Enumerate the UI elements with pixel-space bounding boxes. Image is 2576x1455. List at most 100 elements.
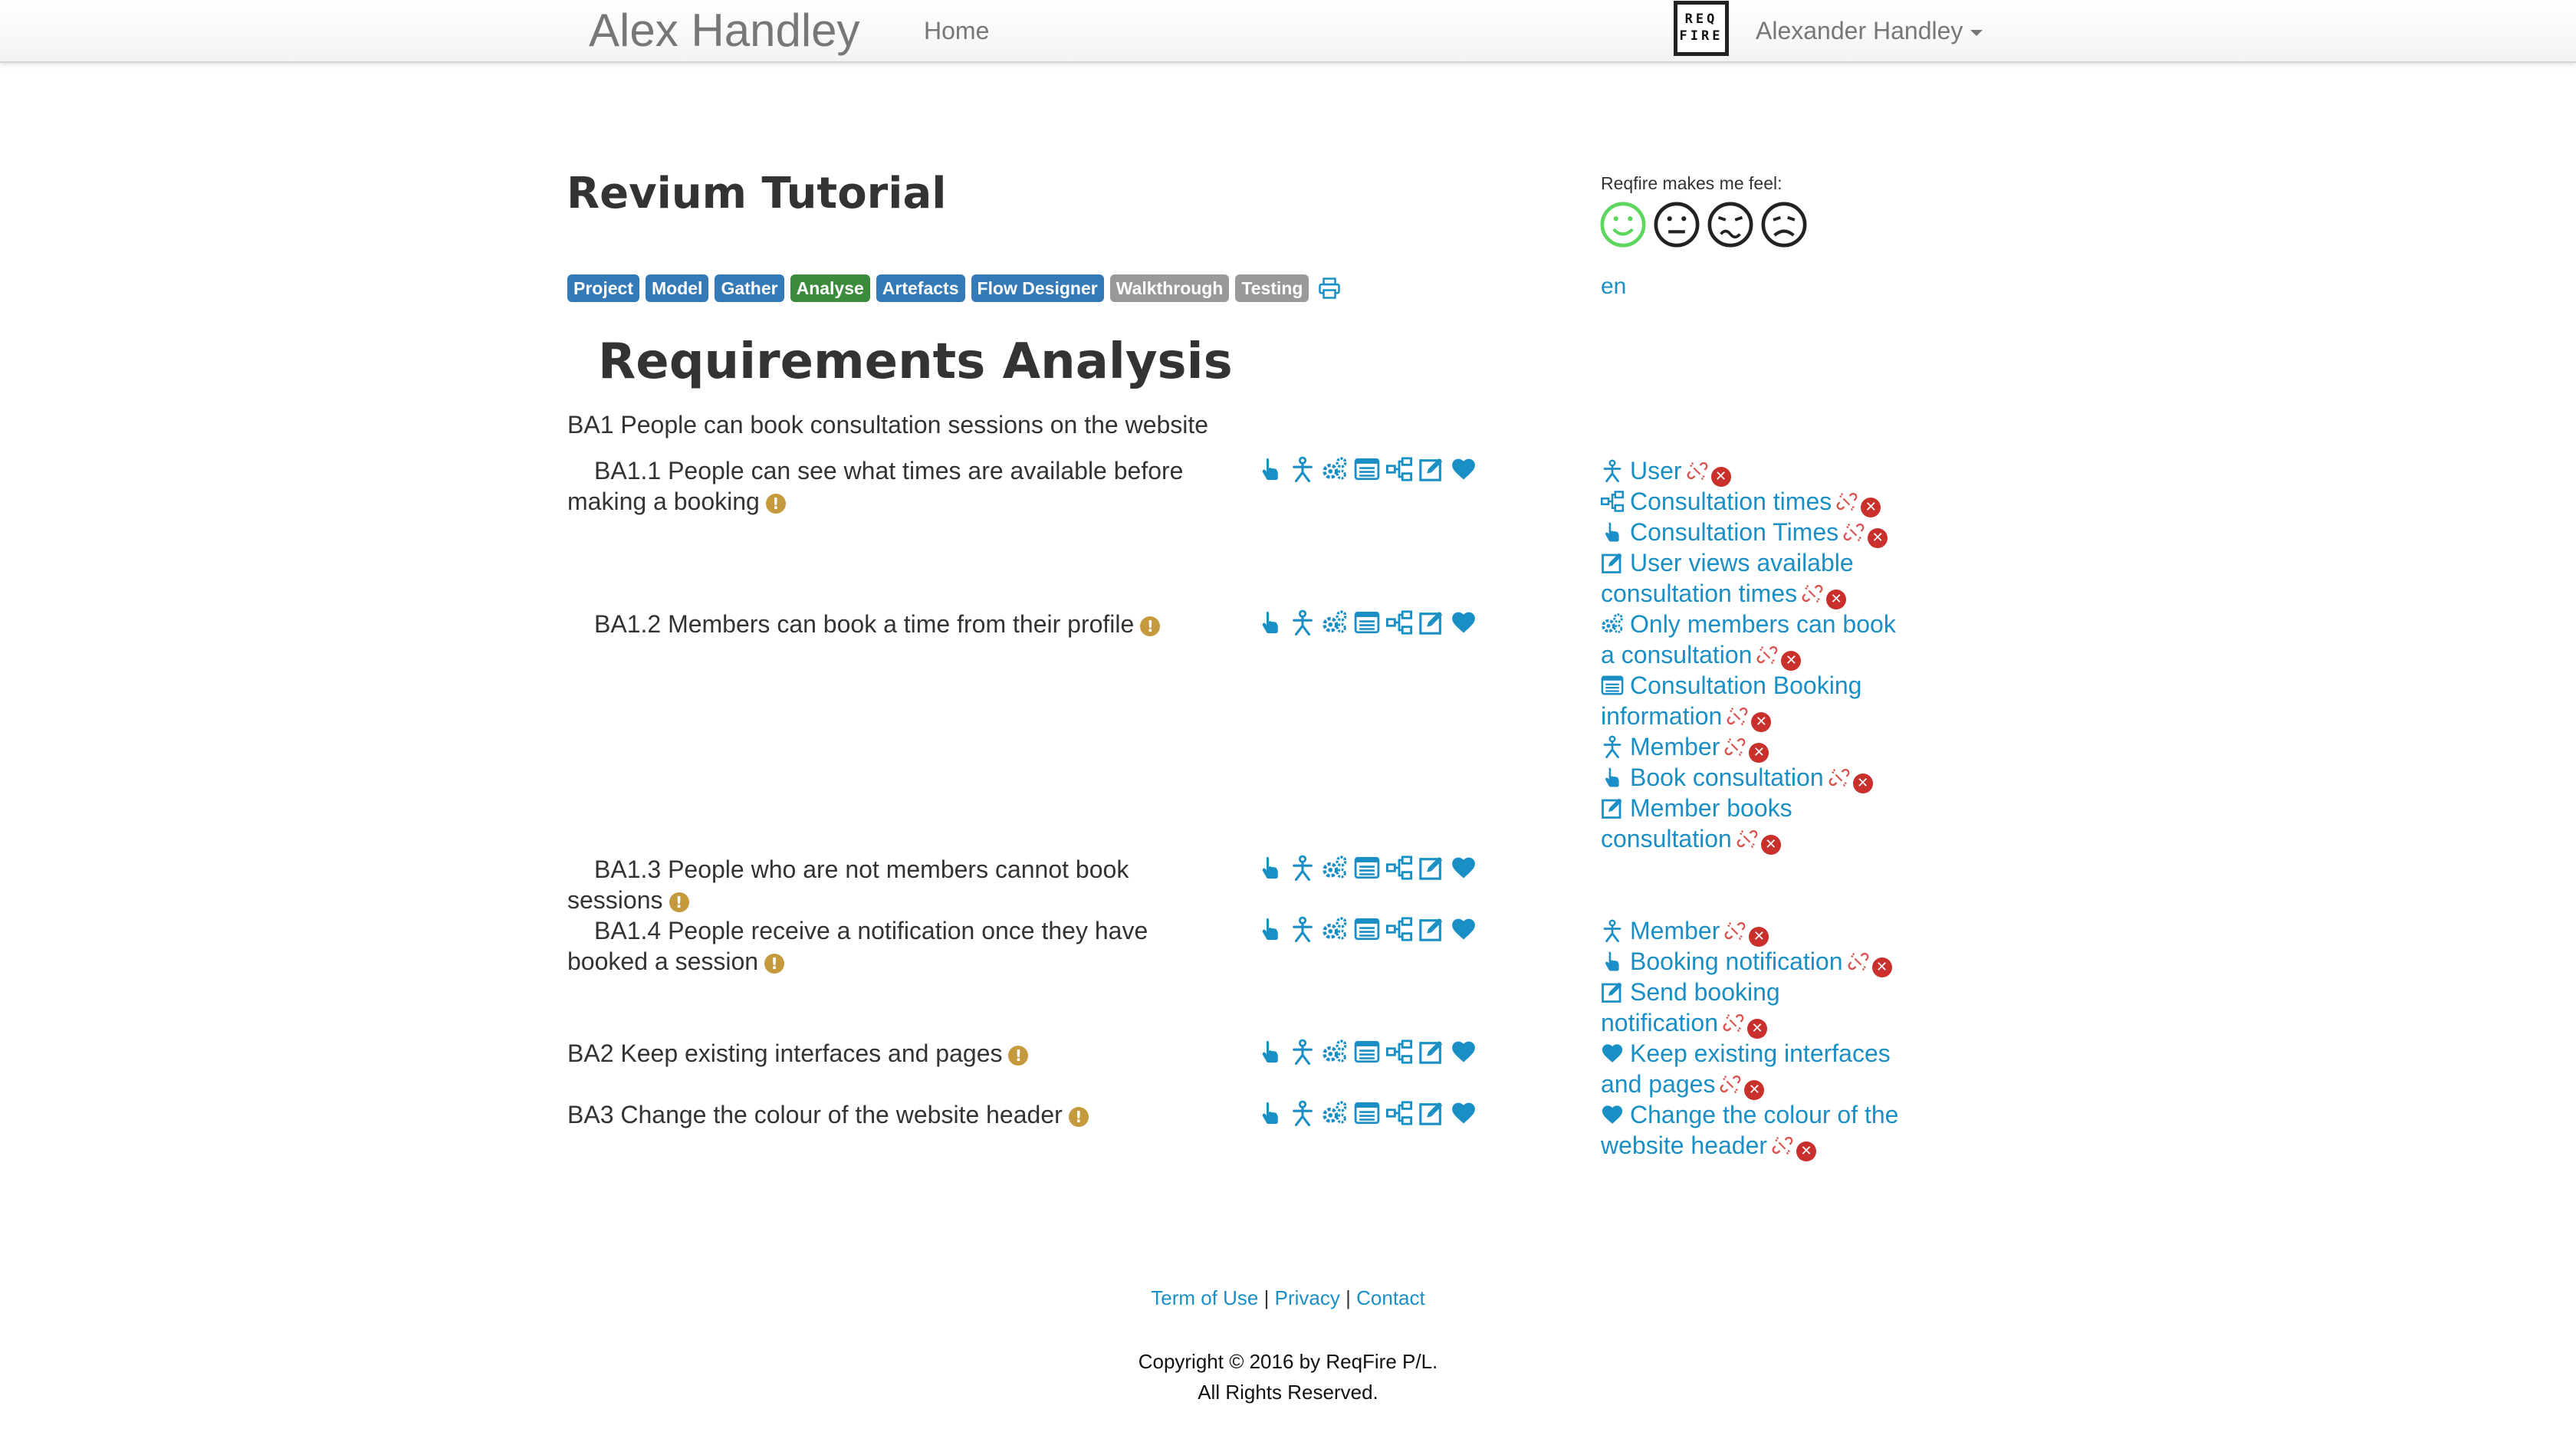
data-icon[interactable]	[1354, 609, 1380, 636]
artefact-label[interactable]: Send booking	[1630, 978, 1780, 1006]
linked-artefact[interactable]: Member books consultation ✕	[1601, 793, 1938, 855]
heart-icon[interactable]	[1451, 1100, 1477, 1126]
remove-icon[interactable]: ✕	[1868, 528, 1888, 548]
worried-face-icon[interactable]	[1707, 201, 1754, 248]
artefact-label[interactable]: Booking notification	[1630, 948, 1843, 975]
sad-face-icon[interactable]	[1760, 201, 1808, 248]
language-link[interactable]: en	[1601, 273, 1626, 301]
artefact-label[interactable]: Consultation Times	[1630, 518, 1838, 546]
use-case-icon[interactable]	[1257, 456, 1283, 482]
linked-artefact[interactable]: Keep existing interfaces and pages ✕	[1601, 1038, 1938, 1100]
unlink-icon[interactable]	[1723, 1012, 1744, 1033]
linked-artefact[interactable]: Booking notification ✕	[1601, 946, 1938, 977]
unlink-icon[interactable]	[1802, 583, 1823, 604]
remove-icon[interactable]: ✕	[1760, 835, 1781, 855]
contact-link[interactable]: Contact	[1356, 1286, 1425, 1309]
rules-icon[interactable]	[1322, 609, 1348, 636]
artefact-label[interactable]: Member	[1630, 733, 1720, 760]
use-case-icon[interactable]	[1257, 855, 1283, 881]
use-case-icon[interactable]	[1257, 609, 1283, 636]
artefact-label-cont[interactable]: consultation	[1601, 825, 1732, 852]
heart-icon[interactable]	[1451, 916, 1477, 942]
unlink-icon[interactable]	[1843, 521, 1865, 543]
actor-icon[interactable]	[1290, 855, 1316, 881]
unlink-icon[interactable]	[1727, 705, 1748, 727]
heart-icon[interactable]	[1451, 456, 1477, 482]
story-icon[interactable]	[1418, 1039, 1444, 1065]
story-icon[interactable]	[1418, 456, 1444, 482]
data-icon[interactable]	[1354, 1100, 1380, 1126]
remove-icon[interactable]: ✕	[1861, 498, 1881, 517]
warning-icon[interactable]: !	[1008, 1045, 1029, 1066]
linked-artefact[interactable]: Change the colour of the website header ✕	[1601, 1099, 1938, 1161]
story-icon[interactable]	[1418, 609, 1444, 636]
flow-icon[interactable]	[1386, 1100, 1412, 1126]
flow-icon[interactable]	[1386, 609, 1412, 636]
reqfire-logo[interactable]: REQ FIRE	[1674, 1, 1729, 56]
warning-icon[interactable]: !	[765, 493, 786, 514]
linked-artefact[interactable]: Member ✕	[1601, 731, 1938, 763]
artefact-label[interactable]: Member books	[1630, 794, 1792, 822]
remove-icon[interactable]: ✕	[1749, 927, 1769, 947]
rules-icon[interactable]	[1322, 456, 1348, 482]
unlink-icon[interactable]	[1848, 951, 1869, 972]
remove-icon[interactable]: ✕	[1852, 773, 1873, 793]
tab-model[interactable]: Model	[645, 274, 709, 302]
tab-project[interactable]: Project	[567, 274, 639, 302]
warning-icon[interactable]: !	[764, 953, 785, 974]
remove-icon[interactable]: ✕	[1746, 1019, 1767, 1039]
tab-testing[interactable]: Testing	[1235, 274, 1309, 302]
artefact-label[interactable]: Keep existing interfaces	[1630, 1040, 1891, 1067]
remove-icon[interactable]: ✕	[1744, 1080, 1765, 1100]
linked-artefact[interactable]: Consultation Times ✕	[1601, 517, 1938, 548]
artefact-label-cont[interactable]: consultation times	[1601, 580, 1797, 607]
tab-walkthrough[interactable]: Walkthrough	[1109, 274, 1230, 302]
heart-icon[interactable]	[1451, 609, 1477, 636]
unlink-icon[interactable]	[1687, 460, 1708, 481]
terms-link[interactable]: Term of Use	[1151, 1286, 1258, 1309]
remove-icon[interactable]: ✕	[1749, 743, 1769, 763]
actor-icon[interactable]	[1290, 609, 1316, 636]
remove-icon[interactable]: ✕	[1826, 590, 1847, 609]
unlink-icon[interactable]	[1829, 767, 1850, 788]
unlink-icon[interactable]	[1772, 1135, 1793, 1156]
unlink-icon[interactable]	[1720, 1073, 1741, 1095]
print-icon[interactable]	[1318, 277, 1341, 300]
nav-home-link[interactable]: Home	[924, 15, 989, 46]
warning-icon[interactable]: !	[669, 892, 689, 912]
remove-icon[interactable]: ✕	[1781, 651, 1802, 671]
remove-icon[interactable]: ✕	[1710, 467, 1731, 487]
remove-icon[interactable]: ✕	[1751, 712, 1772, 732]
linked-artefact[interactable]: Consultation Booking information ✕	[1601, 670, 1938, 732]
use-case-icon[interactable]	[1257, 1039, 1283, 1065]
artefact-label[interactable]: User views available	[1630, 549, 1854, 576]
actor-icon[interactable]	[1290, 916, 1316, 942]
unlink-icon[interactable]	[1724, 736, 1746, 757]
warning-icon[interactable]: !	[1068, 1106, 1089, 1127]
linked-artefact[interactable]: Book consultation ✕	[1601, 762, 1938, 793]
data-icon[interactable]	[1354, 456, 1380, 482]
story-icon[interactable]	[1418, 1100, 1444, 1126]
artefact-label[interactable]: Consultation Booking	[1630, 672, 1861, 699]
story-icon[interactable]	[1418, 916, 1444, 942]
artefact-label[interactable]: Book consultation	[1630, 764, 1824, 791]
tab-gather[interactable]: Gather	[715, 274, 784, 302]
happy-face-icon[interactable]	[1599, 201, 1647, 248]
artefact-label-cont[interactable]: information	[1601, 702, 1722, 730]
artefact-label[interactable]: Member	[1630, 917, 1720, 944]
artefact-label[interactable]: Change the colour of the	[1630, 1101, 1898, 1128]
rules-icon[interactable]	[1322, 855, 1348, 881]
remove-icon[interactable]: ✕	[1796, 1141, 1817, 1161]
linked-artefact[interactable]: Member ✕	[1601, 915, 1938, 947]
flow-icon[interactable]	[1386, 456, 1412, 482]
artefact-label-cont[interactable]: notification	[1601, 1009, 1718, 1036]
story-icon[interactable]	[1418, 855, 1444, 881]
brand-name[interactable]: Alex Handley	[589, 3, 860, 58]
artefact-label[interactable]: Consultation times	[1630, 488, 1832, 515]
linked-artefact[interactable]: User views available consultation times ✕	[1601, 547, 1938, 609]
tab-artefacts[interactable]: Artefacts	[876, 274, 965, 302]
rules-icon[interactable]	[1322, 1039, 1348, 1065]
linked-artefact[interactable]: Send booking notification ✕	[1601, 977, 1938, 1039]
flow-icon[interactable]	[1386, 855, 1412, 881]
rules-icon[interactable]	[1322, 1100, 1348, 1126]
